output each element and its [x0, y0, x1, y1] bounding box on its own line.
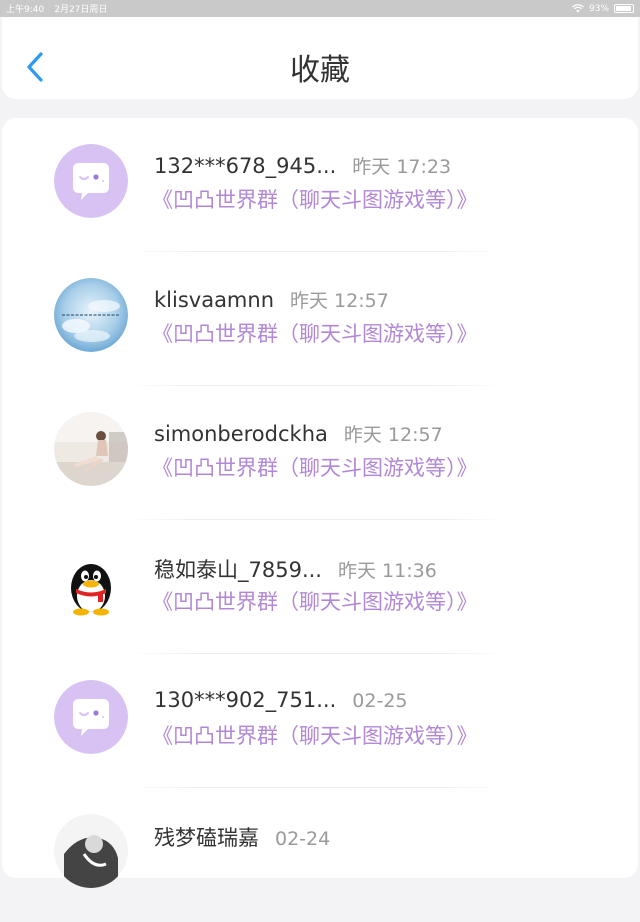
battery-icon	[614, 4, 634, 13]
list-item[interactable]: klisvaamnn 昨天 12:57 《凹凸世界群（聊天斗图游戏等）》	[2, 252, 638, 386]
photo-bw-avatar	[54, 814, 128, 888]
list-item[interactable]: 132***678_945... 昨天 17:23 《凹凸世界群（聊天斗图游戏等…	[2, 118, 638, 252]
chat-bubble-avatar	[54, 680, 128, 754]
timestamp: 昨天 11:36	[337, 560, 437, 582]
penguin-avatar	[54, 546, 128, 620]
group-name: 《凹凸世界群（聊天斗图游戏等）》	[152, 188, 478, 212]
sender-name: simonberodckha	[154, 422, 328, 446]
page-title: 收藏	[290, 53, 350, 88]
list-item[interactable]: simonberodckha 昨天 12:57 《凹凸世界群（聊天斗图游戏等）》	[2, 386, 638, 520]
timestamp: 02-25	[352, 690, 408, 712]
wifi-icon	[572, 4, 584, 13]
sender-name: 130***902_751...	[154, 688, 337, 712]
group-name: 《凹凸世界群（聊天斗图游戏等）》	[152, 456, 478, 480]
header-bar: 收藏	[2, 17, 638, 99]
group-name: 《凹凸世界群（聊天斗图游戏等）》	[152, 322, 478, 346]
timestamp: 昨天 12:57	[290, 290, 389, 312]
photo-person-avatar	[54, 412, 128, 486]
sender-name: klisvaamnn	[154, 288, 275, 312]
sender-name: 132***678_945...	[154, 154, 337, 178]
sender-name: 残梦磕瑞嘉	[154, 826, 259, 850]
list-item[interactable]: 残梦磕瑞嘉 02-24	[2, 788, 638, 922]
status-bar: 上午9:40 2月27日周日 93%	[0, 0, 640, 17]
favorites-list: 132***678_945... 昨天 17:23 《凹凸世界群（聊天斗图游戏等…	[2, 118, 638, 888]
status-time: 上午9:40	[6, 5, 45, 15]
timestamp: 昨天 17:23	[352, 156, 452, 178]
battery-percent: 93%	[588, 3, 609, 14]
group-name: 《凹凸世界群（聊天斗图游戏等）》	[152, 590, 478, 614]
list-item[interactable]: 稳如泰山_7859... 昨天 11:36 《凹凸世界群（聊天斗图游戏等）》	[2, 520, 638, 654]
timestamp: 02-24	[275, 828, 331, 850]
group-name: 《凹凸世界群（聊天斗图游戏等）》	[152, 724, 478, 748]
chat-bubble-avatar	[54, 144, 128, 218]
list-item[interactable]: 130***902_751... 02-25 《凹凸世界群（聊天斗图游戏等）》	[2, 654, 638, 788]
sender-name: 稳如泰山_7859...	[154, 558, 322, 582]
sky-clouds-avatar	[54, 278, 128, 352]
timestamp: 昨天 12:57	[343, 424, 443, 446]
status-date: 2月27日周日	[54, 5, 108, 15]
